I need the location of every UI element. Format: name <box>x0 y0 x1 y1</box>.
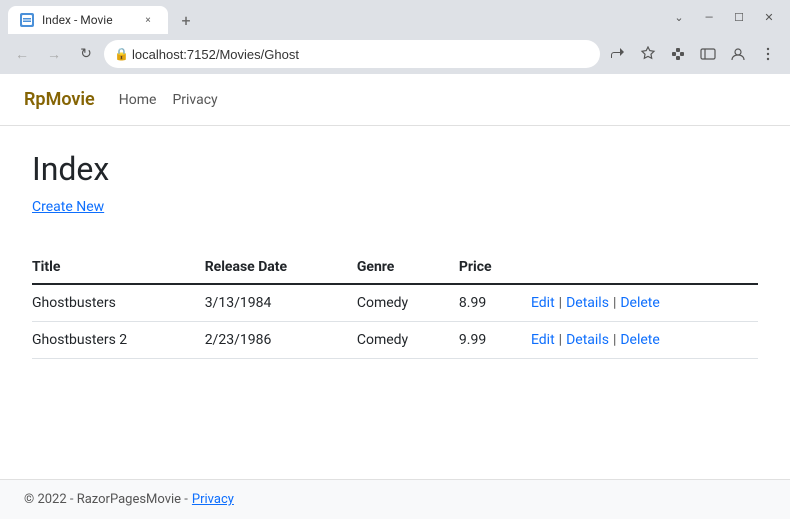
chevron-button[interactable]: ⌄ <box>666 4 692 30</box>
new-tab-button[interactable]: + <box>172 6 200 34</box>
reload-icon: ↻ <box>80 46 92 62</box>
maximize-button[interactable]: ☐ <box>726 4 752 30</box>
site-footer: © 2022 - RazorPagesMovie - Privacy <box>0 479 790 519</box>
edit-link[interactable]: Edit <box>531 332 555 348</box>
menu-icon[interactable] <box>754 40 782 68</box>
cell-actions: Edit | Details | Delete <box>531 322 758 359</box>
details-link[interactable]: Details <box>566 332 609 348</box>
details-link[interactable]: Details <box>566 295 609 311</box>
table-header-row: Title Release Date Genre Price <box>32 251 758 284</box>
browser-window: Index - Movie × + ⌄ — ☐ ✕ ← → ↻ 🔒 <box>0 0 790 519</box>
page-content: RpMovie Home Privacy Index Create New Ti… <box>0 74 790 519</box>
sep2: | <box>613 332 616 348</box>
lock-icon: 🔒 <box>114 47 129 61</box>
cell-title: Ghostbusters <box>32 284 205 322</box>
site-brand: RpMovie <box>24 89 95 110</box>
close-button[interactable]: ✕ <box>756 4 782 30</box>
nav-home[interactable]: Home <box>119 92 157 108</box>
nav-links: Home Privacy <box>119 92 218 108</box>
nav-privacy[interactable]: Privacy <box>172 92 217 108</box>
forward-icon: → <box>47 46 61 63</box>
extensions-icon[interactable] <box>664 40 692 68</box>
movies-table: Title Release Date Genre Price Ghostbust… <box>32 251 758 359</box>
address-input[interactable] <box>104 40 600 68</box>
active-tab[interactable]: Index - Movie × <box>8 6 168 34</box>
site-nav: RpMovie Home Privacy <box>0 74 790 126</box>
delete-link[interactable]: Delete <box>620 332 659 348</box>
footer-privacy-link[interactable]: Privacy <box>192 492 234 507</box>
cell-genre: Comedy <box>357 284 459 322</box>
brand-rp: Rp <box>24 89 46 110</box>
window-controls: ⌄ — ☐ ✕ <box>666 4 782 30</box>
main-content: Index Create New Title Release Date Genr… <box>0 126 790 479</box>
sep2: | <box>613 295 616 311</box>
tab-title: Index - Movie <box>42 13 132 27</box>
edit-link[interactable]: Edit <box>531 295 555 311</box>
table-row: Ghostbusters 3/13/1984 Comedy 8.99 Edit … <box>32 284 758 322</box>
address-bar: ← → ↻ 🔒 <box>0 34 790 74</box>
sidebar-icon[interactable] <box>694 40 722 68</box>
cell-title: Ghostbusters 2 <box>32 322 205 359</box>
sep1: | <box>559 295 562 311</box>
tab-area: Index - Movie × + <box>8 0 658 34</box>
cell-release-date: 3/13/1984 <box>205 284 357 322</box>
minimize-button[interactable]: — <box>696 4 722 30</box>
col-title: Title <box>32 251 205 284</box>
star-icon[interactable] <box>634 40 662 68</box>
tab-close-button[interactable]: × <box>140 12 156 28</box>
page-title: Index <box>32 150 758 188</box>
col-price: Price <box>459 251 531 284</box>
cell-genre: Comedy <box>357 322 459 359</box>
brand-movie: Movie <box>46 89 95 110</box>
col-actions <box>531 251 758 284</box>
col-genre: Genre <box>357 251 459 284</box>
back-button[interactable]: ← <box>8 40 36 68</box>
table-row: Ghostbusters 2 2/23/1986 Comedy 9.99 Edi… <box>32 322 758 359</box>
cell-actions: Edit | Details | Delete <box>531 284 758 322</box>
forward-button[interactable]: → <box>40 40 68 68</box>
share-icon[interactable] <box>604 40 632 68</box>
tab-favicon <box>20 13 34 27</box>
reload-button[interactable]: ↻ <box>72 40 100 68</box>
address-wrap: 🔒 <box>104 40 600 68</box>
delete-link[interactable]: Delete <box>620 295 659 311</box>
profile-icon[interactable] <box>724 40 752 68</box>
sep1: | <box>559 332 562 348</box>
back-icon: ← <box>15 46 29 63</box>
toolbar-icons <box>604 40 782 68</box>
cell-release-date: 2/23/1986 <box>205 322 357 359</box>
footer-copyright: © 2022 - RazorPagesMovie - <box>24 492 188 507</box>
cell-price: 9.99 <box>459 322 531 359</box>
col-release-date: Release Date <box>205 251 357 284</box>
title-bar: Index - Movie × + ⌄ — ☐ ✕ <box>0 0 790 34</box>
cell-price: 8.99 <box>459 284 531 322</box>
create-new-link[interactable]: Create New <box>32 199 104 215</box>
